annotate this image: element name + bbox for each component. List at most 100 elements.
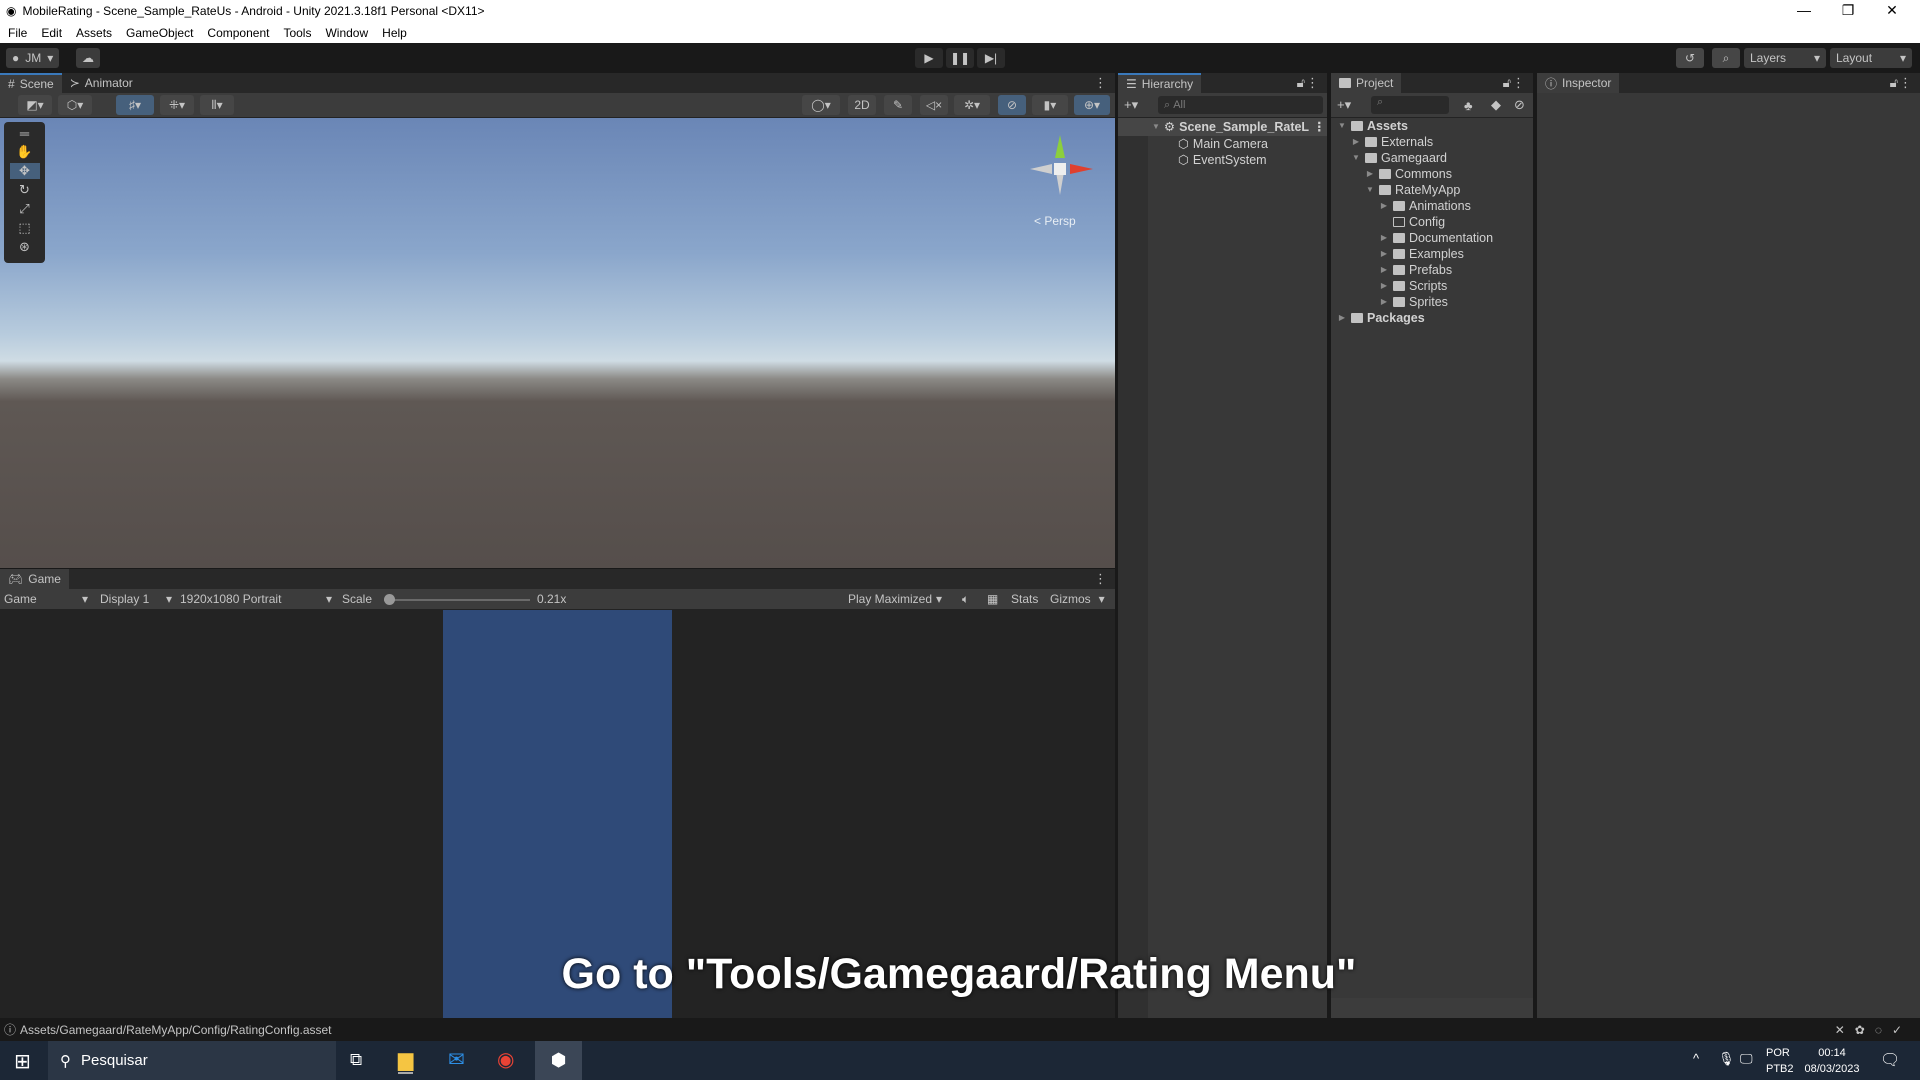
close-button[interactable]: ✕ [1870, 0, 1914, 22]
step-button[interactable]: ▶| [977, 48, 1005, 68]
microphone-icon[interactable]: 🎙︎ [1718, 1051, 1735, 1067]
network-icon[interactable]: 🖵 [1740, 1051, 1753, 1067]
transform-tool-icon[interactable]: ⊛ [19, 239, 30, 255]
task-view-icon[interactable]: ⧉ [350, 1050, 362, 1070]
collapsed-arrow-icon[interactable]: ▶ [1379, 230, 1389, 246]
hidden-objects-toggle[interactable]: ⊘ [998, 95, 1026, 115]
more-options-icon[interactable]: ⋮ [1899, 75, 1912, 91]
view-dropdown[interactable]: Game ▾ [4, 592, 88, 606]
maximize-button[interactable]: ❐ [1826, 0, 1870, 22]
tab-project[interactable]: Project [1331, 73, 1402, 93]
collapsed-arrow-icon[interactable]: ▶ [1379, 198, 1389, 214]
collapsed-arrow-icon[interactable]: ▶ [1379, 246, 1389, 262]
hierarchy-search-input[interactable]: ⌕ All [1158, 96, 1323, 114]
cloud-button[interactable]: ☁ [76, 48, 100, 68]
audio-toggle[interactable]: ◁× [920, 95, 948, 115]
gizmo-neg-y-axis[interactable] [1056, 172, 1064, 195]
notifications-icon[interactable]: 🗨︎ [1880, 1050, 1900, 1070]
more-options-icon[interactable]: ⋮ [1094, 571, 1107, 587]
hand-tool-icon[interactable]: ✋ [16, 144, 32, 160]
drag-handle[interactable]: ═ [20, 126, 29, 141]
play-button[interactable]: ▶ [915, 48, 943, 68]
render-mode-dropdown[interactable]: ⬡▾ [58, 95, 92, 115]
project-tree-item[interactable]: ▼ Assets [1331, 118, 1533, 134]
filter-label-icon[interactable]: ◆ [1491, 97, 1501, 113]
effects-dropdown[interactable]: ✲▾ [954, 95, 990, 115]
more-options-icon[interactable]: ⋮ [1313, 119, 1332, 135]
mute-audio-icon[interactable]: 🔈︎ [962, 592, 969, 607]
lighting-toggle[interactable]: ✎ [884, 95, 912, 115]
menu-assets[interactable]: Assets [76, 26, 112, 40]
tab-scene[interactable]: # Scene [0, 73, 62, 93]
filter-type-icon[interactable]: ♣ [1464, 98, 1473, 113]
gizmos-dropdown[interactable]: ⊕▾ [1074, 95, 1110, 115]
project-tree-item[interactable]: ▼ RateMyApp [1331, 182, 1533, 198]
menu-help[interactable]: Help [382, 26, 407, 40]
gizmo-y-axis[interactable] [1055, 135, 1065, 158]
file-explorer-icon[interactable]: ▆ [398, 1047, 414, 1074]
stats-button[interactable]: Stats [1011, 592, 1038, 606]
resolution-dropdown[interactable]: 1920x1080 Portrait ▾ [180, 592, 332, 606]
project-tree-item[interactable]: ▶ Animations [1331, 198, 1533, 214]
project-tree-item[interactable]: ▶ Commons [1331, 166, 1533, 182]
expanded-arrow-icon[interactable]: ▼ [1365, 182, 1375, 198]
layout-dropdown[interactable]: Layout ▾ [1830, 48, 1912, 68]
chrome-icon[interactable]: ◉ [497, 1047, 514, 1072]
more-options-icon[interactable]: ⋮ [1306, 75, 1319, 91]
rotate-tool-icon[interactable]: ↻ [19, 182, 30, 198]
project-tree-item[interactable]: ▶ Examples [1331, 246, 1533, 262]
project-tree-item[interactable]: ▶ Documentation [1331, 230, 1533, 246]
toggle-2d-button[interactable]: 2D [848, 95, 876, 115]
gizmo-center[interactable] [1054, 163, 1066, 175]
tray-chevron-icon[interactable]: ^ [1693, 1051, 1699, 1066]
create-dropdown[interactable]: +▾ [1124, 97, 1138, 113]
scale-slider-handle[interactable] [384, 594, 395, 605]
tab-animator[interactable]: ≻ Animator [62, 73, 141, 93]
scale-slider[interactable] [384, 594, 530, 605]
status-icons[interactable]: ✕✿◌✓ [1835, 1023, 1912, 1037]
menu-tools[interactable]: Tools [283, 26, 311, 40]
more-options-icon[interactable]: ⋮ [1094, 75, 1107, 91]
tab-inspector[interactable]: ⓘ Inspector [1537, 73, 1620, 93]
project-tree-item[interactable]: Config [1331, 214, 1533, 230]
gizmos-toggle[interactable]: Gizmos ▾ [1050, 592, 1105, 606]
camera-dropdown[interactable]: ▮▾ [1032, 95, 1068, 115]
scene-view[interactable]: ═ ✋ ✥ ↻ ⤢ ⬚ ⊛ < Persp [0, 118, 1115, 568]
expanded-arrow-icon[interactable]: ▼ [1351, 150, 1361, 166]
unity-taskbar-icon[interactable]: ⬢ [535, 1041, 582, 1080]
expanded-arrow-icon[interactable]: ▼ [1337, 118, 1347, 134]
lock-icon[interactable]: 🔓︎ [1890, 75, 1898, 91]
list-item[interactable]: ⬡ EventSystem [1118, 152, 1327, 168]
hidden-packages-icon[interactable]: ⊘ [1514, 97, 1525, 113]
list-item[interactable]: ⬡ Main Camera [1118, 136, 1327, 152]
tab-hierarchy[interactable]: ☰ Hierarchy [1118, 73, 1202, 93]
rect-tool-icon[interactable]: ⬚ [18, 220, 30, 236]
project-tree-item[interactable]: ▶ Sprites [1331, 294, 1533, 310]
menu-window[interactable]: Window [325, 26, 368, 40]
project-tree-item[interactable]: ▼ Gamegaard [1331, 150, 1533, 166]
project-tree-item[interactable]: ▶ Prefabs [1331, 262, 1533, 278]
mail-icon[interactable]: ✉ [448, 1047, 465, 1072]
collapsed-arrow-icon[interactable]: ▶ [1379, 278, 1389, 294]
history-button[interactable]: ↺ [1676, 48, 1704, 68]
grid-visibility-dropdown[interactable]: ⦀▾ [200, 95, 234, 115]
snap-increment-dropdown[interactable]: ⁜▾ [160, 95, 194, 115]
more-options-icon[interactable]: ⋮ [1512, 75, 1525, 91]
menu-component[interactable]: Component [207, 26, 269, 40]
collapsed-arrow-icon[interactable]: ▶ [1379, 262, 1389, 278]
scene-root-item[interactable]: ▼ ⚙ Scene_Sample_RateL ⋮ [1118, 118, 1327, 136]
project-search-input[interactable]: ⌕ [1371, 96, 1449, 114]
minimize-button[interactable]: — [1782, 0, 1826, 22]
menu-edit[interactable]: Edit [41, 26, 62, 40]
lock-icon[interactable]: 🔓︎ [1503, 75, 1511, 91]
account-dropdown[interactable]: ● JM ▾ [6, 48, 60, 68]
gizmo-neg-x-axis[interactable] [1030, 164, 1052, 174]
project-tree-item[interactable]: ▶ Externals [1331, 134, 1533, 150]
language-indicator[interactable]: POR PTB2 [1766, 1045, 1794, 1077]
perspective-label[interactable]: < Persp [1034, 214, 1076, 228]
search-button[interactable]: ⌕ [1712, 48, 1740, 68]
collapsed-arrow-icon[interactable]: ▶ [1379, 294, 1389, 310]
menu-file[interactable]: File [8, 26, 27, 40]
project-tree-item[interactable]: ▶ Scripts [1331, 278, 1533, 294]
collapsed-arrow-icon[interactable]: ▶ [1337, 310, 1347, 326]
